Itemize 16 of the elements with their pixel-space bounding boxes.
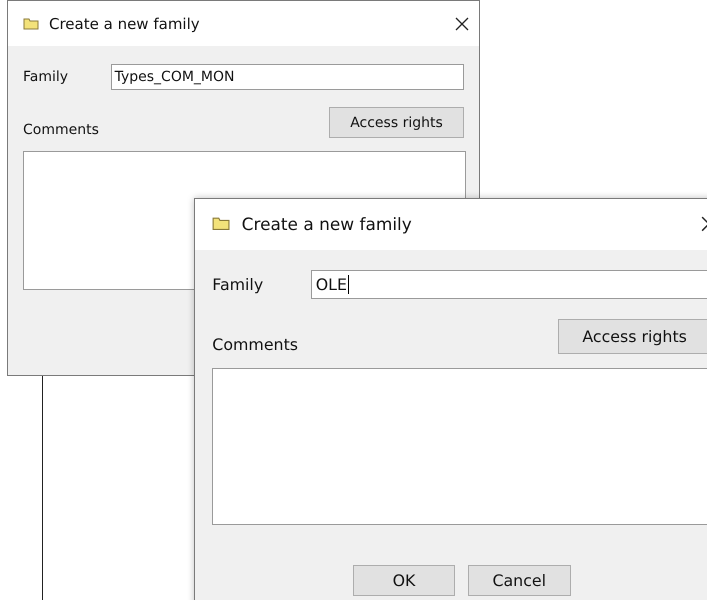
folder-icon xyxy=(23,18,39,30)
dialog-button[interactable]: Cancel xyxy=(468,564,571,596)
dialog-button[interactable]: OK xyxy=(352,564,456,596)
family-input-field[interactable]: OLE xyxy=(311,270,707,300)
field-label: Family xyxy=(23,69,70,85)
field-label: Family xyxy=(212,275,264,294)
access-rights-button[interactable]: Access rights xyxy=(558,318,707,354)
dialog-title: Create a new family xyxy=(49,14,201,32)
dialog-title: Create a new family xyxy=(242,214,413,234)
field-label: Comments xyxy=(23,122,100,138)
folder-icon xyxy=(212,217,230,231)
access-rights-button[interactable]: Access rights xyxy=(329,107,464,138)
field-label: Comments xyxy=(212,334,300,354)
text-cursor xyxy=(348,275,350,294)
family-input-field[interactable]: Types_COM_MON xyxy=(110,64,464,90)
close-icon[interactable] xyxy=(455,16,469,30)
